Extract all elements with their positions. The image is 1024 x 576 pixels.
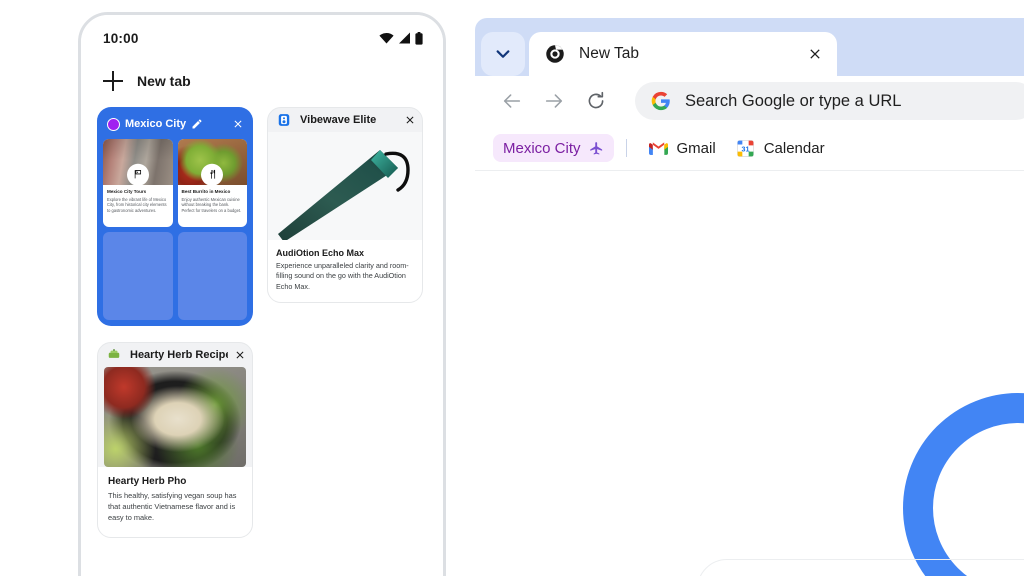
tab-card-heading: Hearty Herb Pho xyxy=(108,476,187,487)
tab-group-title: Mexico City xyxy=(125,118,187,130)
gmail-icon xyxy=(649,138,669,158)
tab-card-title: Hearty Herb Recipe xyxy=(130,349,228,361)
mini-tab-desc: Explore the vibrant life of Mexico City,… xyxy=(107,196,167,213)
plus-icon xyxy=(103,71,123,91)
thumbnail-pho-soup xyxy=(104,367,246,467)
tab-group-mini-grid: Mexico City Tours Explore the vibrant li… xyxy=(103,135,247,320)
phone-mockup: 10:00 New tab Mexico City Mexico City To… xyxy=(78,12,446,576)
close-icon[interactable] xyxy=(404,114,416,126)
google-g-icon xyxy=(651,91,670,111)
bookmark-item-gmail[interactable]: Gmail xyxy=(639,134,726,162)
airplane-icon xyxy=(589,141,602,154)
speaker-product-photo xyxy=(278,150,410,240)
close-icon[interactable] xyxy=(232,118,244,130)
chrome-icon xyxy=(546,45,564,63)
status-time: 10:00 xyxy=(103,30,139,46)
svg-text:31: 31 xyxy=(742,145,750,153)
tab-card-description: This healthy, satisfying vegan soup has … xyxy=(108,491,237,523)
tab-card-header: Vibewave Elite xyxy=(268,108,422,132)
browser-window: New Tab Search Google or type a URL Mexi… xyxy=(475,18,1024,576)
wifi-icon xyxy=(379,33,394,44)
purple-circle-icon xyxy=(107,117,120,131)
tab-card-header: Hearty Herb Recipe xyxy=(98,343,252,367)
mini-tab-card[interactable]: Mexico City Tours Explore the vibrant li… xyxy=(103,139,173,227)
tab-card-title: Vibewave Elite xyxy=(300,114,377,126)
landmark-flag-icon xyxy=(126,163,149,185)
tab-card-heading: AudiOtion Echo Max xyxy=(276,248,365,258)
status-bar: 10:00 xyxy=(97,15,427,61)
mini-tab-card[interactable]: Best Burrito in Mexico Enjoy authentic M… xyxy=(177,139,248,227)
tab-search-button[interactable] xyxy=(481,32,525,76)
bookmarks-bar: Mexico City Gmail 31 Calendar xyxy=(475,126,1024,170)
mini-tab-body: Mexico City Tours Explore the vibrant li… xyxy=(103,185,173,216)
browser-toolbar: Search Google or type a URL xyxy=(475,76,1024,126)
arrow-left-icon[interactable] xyxy=(501,90,523,112)
thumbnail-burrito-food xyxy=(177,139,247,185)
tab-card-hearty-herb-recipe[interactable]: Hearty Herb Recipe Hearty Herb Pho This … xyxy=(97,342,253,539)
ntp-search-box[interactable] xyxy=(697,559,1024,576)
omnibox-placeholder: Search Google or type a URL xyxy=(685,91,902,110)
mini-tab-body: Best Burrito in Mexico Enjoy authentic M… xyxy=(178,185,248,216)
bookmark-item-mexico-city[interactable]: Mexico City xyxy=(493,134,614,162)
mini-tab-desc: Enjoy authentic Mexican cuisine without … xyxy=(181,196,242,213)
mini-tab-title: Best Burrito in Mexico xyxy=(181,189,231,194)
bookmark-label: Mexico City xyxy=(503,139,581,157)
battery-icon xyxy=(415,31,423,45)
new-tab-button[interactable]: New tab xyxy=(97,61,427,101)
green-recipe-icon xyxy=(104,345,124,365)
phone-screen: 10:00 New tab Mexico City Mexico City To… xyxy=(81,15,443,576)
bookmark-label: Gmail xyxy=(676,139,716,157)
close-icon[interactable] xyxy=(807,46,823,62)
restaurant-icon xyxy=(201,163,224,185)
tab-card-vibewave-elite[interactable]: Vibewave Elite AudiOtion Echo Max Experi… xyxy=(267,107,423,304)
mini-tab-title: Mexico City Tours xyxy=(107,189,147,194)
tab-grid-column-right: Vibewave Elite AudiOtion Echo Max Experi… xyxy=(267,107,423,538)
bookmark-item-calendar[interactable]: 31 Calendar xyxy=(726,134,835,162)
arrow-right-icon[interactable] xyxy=(543,90,565,112)
browser-tab-title: New Tab xyxy=(579,45,640,62)
tab-strip: New Tab xyxy=(475,18,1024,76)
speaker-app-icon xyxy=(274,110,294,130)
tab-card-body: AudiOtion Echo Max Experience unparallel… xyxy=(268,240,422,303)
google-logo-partial xyxy=(903,393,1024,576)
tab-grid-column-left: Mexico City Mexico City Tours Explore th… xyxy=(97,107,253,539)
tab-group-header: Mexico City xyxy=(103,113,247,135)
signal-icon xyxy=(399,32,410,44)
tab-group-card-mexico-city[interactable]: Mexico City Mexico City Tours Explore th… xyxy=(97,107,253,326)
thumbnail-mexico-city-street xyxy=(103,139,173,185)
status-icons xyxy=(379,31,423,45)
new-tab-page xyxy=(475,170,1024,576)
pencil-icon[interactable] xyxy=(191,118,203,130)
reload-icon[interactable] xyxy=(585,90,607,112)
browser-tab-new-tab[interactable]: New Tab xyxy=(529,32,837,76)
tab-grid: Mexico City Mexico City Tours Explore th… xyxy=(97,101,427,539)
tab-card-body: Hearty Herb Pho This healthy, satisfying… xyxy=(98,467,252,538)
calendar-31-icon: 31 xyxy=(736,138,756,158)
chevron-down-icon xyxy=(496,50,510,58)
bookmarks-divider xyxy=(625,139,627,157)
bookmark-label: Calendar xyxy=(763,139,825,157)
omnibox[interactable]: Search Google or type a URL xyxy=(635,82,1024,120)
tab-card-description: Experience unparalleled clarity and room… xyxy=(276,261,409,291)
screenshot-root: 10:00 New tab Mexico City Mexico City To… xyxy=(0,0,1024,576)
mini-tab-placeholder[interactable] xyxy=(177,232,247,320)
thumbnail-green-speaker xyxy=(268,132,422,240)
close-icon[interactable] xyxy=(234,349,246,361)
mini-tab-placeholder[interactable] xyxy=(103,232,173,320)
new-tab-label: New tab xyxy=(137,73,191,89)
